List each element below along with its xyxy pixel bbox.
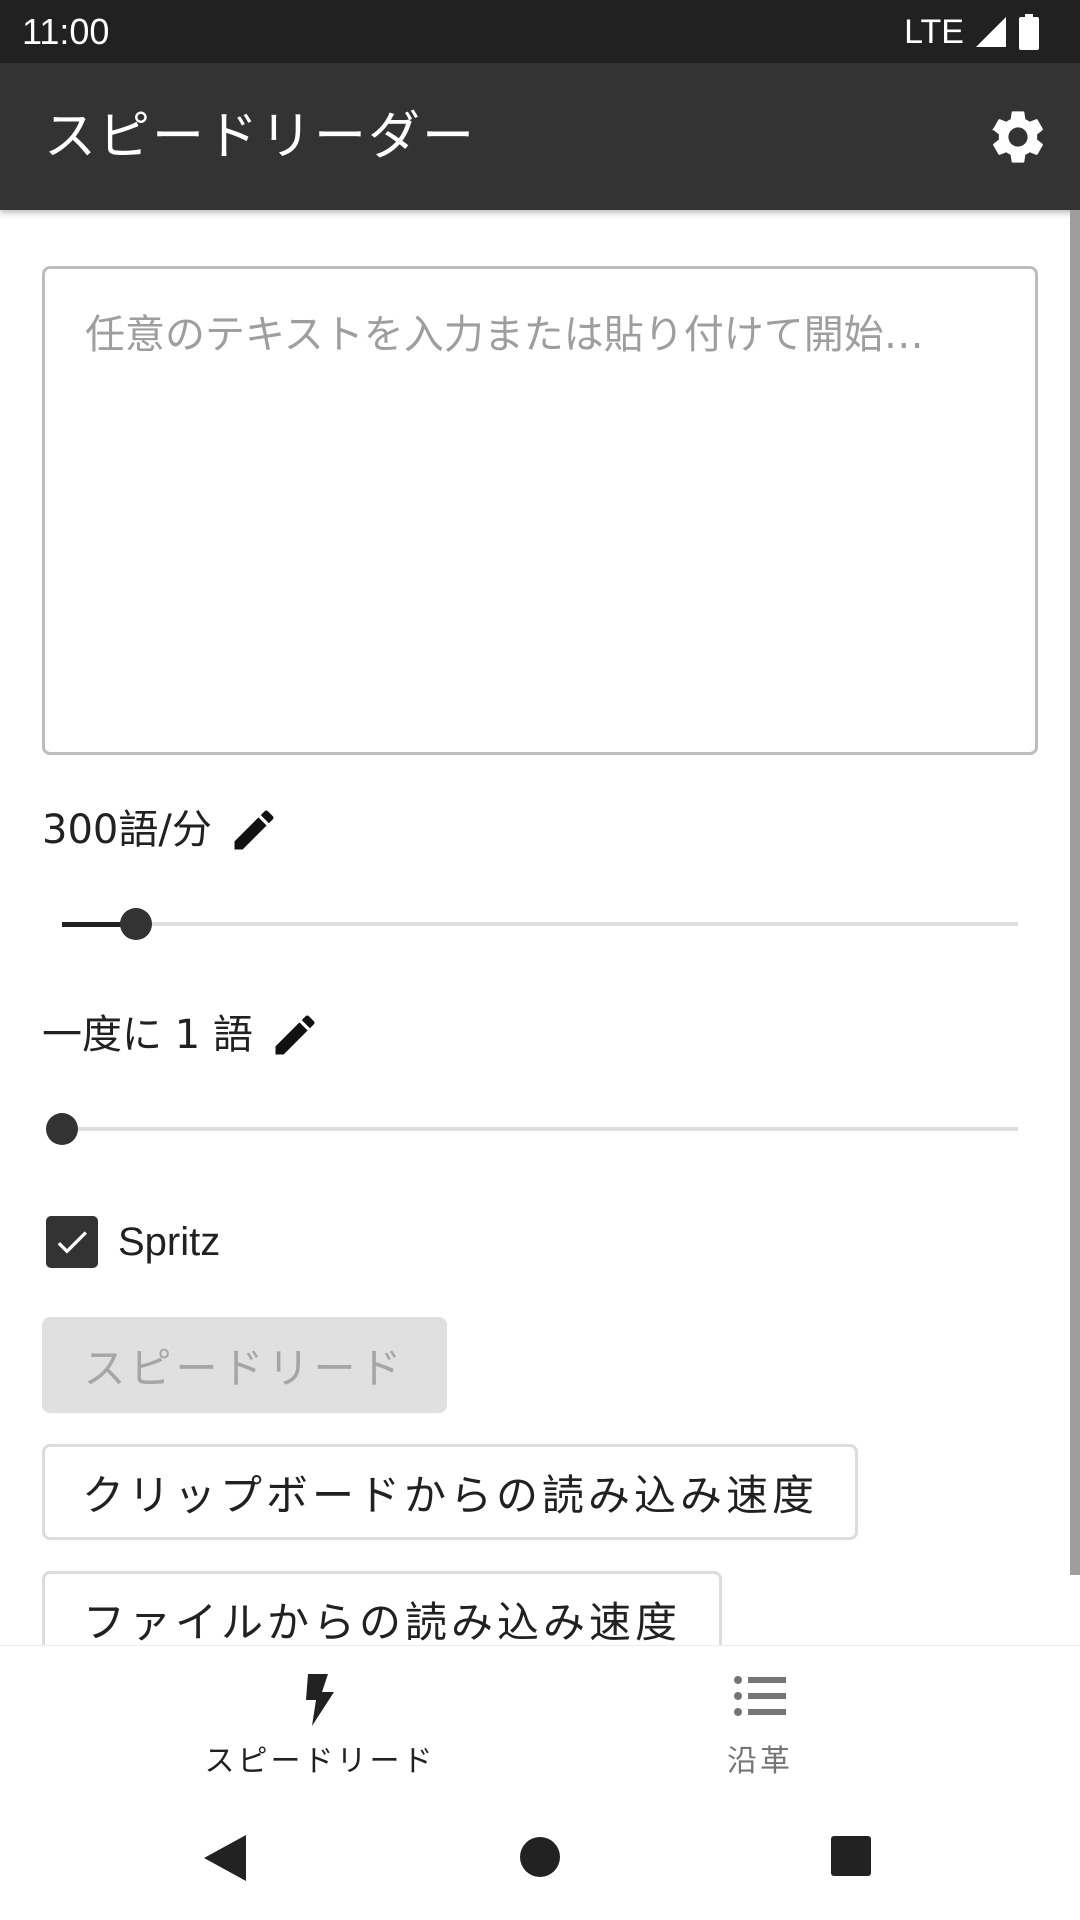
- read-clipboard-button[interactable]: クリップボードからの読み込み速度: [42, 1444, 858, 1540]
- list-icon: [734, 1676, 786, 1716]
- nav-item-history[interactable]: 沿革: [490, 1646, 1030, 1796]
- speed-read-button[interactable]: スピードリード: [42, 1317, 447, 1413]
- status-time: 11:00: [22, 11, 110, 52]
- text-input[interactable]: 任意のテキストを入力または貼り付けて開始…: [42, 266, 1038, 755]
- words-slider-track: [62, 1127, 1018, 1131]
- app-title: スピードリーダー: [44, 107, 477, 167]
- speed-label-row: 300語/分: [42, 800, 280, 860]
- read-file-button[interactable]: ファイルからの読み込み速度: [42, 1571, 722, 1645]
- words-at-once-label: 一度に 1 語: [42, 1012, 253, 1058]
- speed-label: 300語/分: [42, 807, 212, 853]
- recents-icon[interactable]: [830, 1835, 872, 1877]
- words-slider-thumb[interactable]: [46, 1113, 78, 1145]
- check-icon: [57, 1231, 87, 1254]
- pencil-icon[interactable]: [269, 1009, 321, 1061]
- speed-slider[interactable]: [62, 908, 1018, 942]
- battery-icon: [1019, 14, 1039, 50]
- scrollbar[interactable]: [1070, 210, 1080, 1575]
- text-input-placeholder: 任意のテキストを入力または貼り付けて開始…: [85, 312, 924, 358]
- words-label-row: 一度に 1 語: [42, 1005, 321, 1065]
- spritz-label: Spritz: [118, 1219, 221, 1264]
- bottom-navigation: スピードリード 沿革: [0, 1645, 1080, 1795]
- words-slider[interactable]: [46, 1113, 1018, 1147]
- spritz-checkbox[interactable]: [46, 1216, 98, 1268]
- system-navigation: [0, 1795, 1080, 1920]
- status-icons: LTE: [904, 12, 1040, 52]
- back-icon[interactable]: [204, 1835, 246, 1881]
- nav-label-history: 沿革: [727, 1744, 793, 1779]
- network-type: LTE: [904, 13, 964, 51]
- signal-icon: [976, 17, 1006, 47]
- pencil-icon[interactable]: [228, 804, 280, 856]
- speed-slider-track: [62, 922, 1018, 926]
- gear-icon: [992, 111, 1043, 163]
- main-content: 任意のテキストを入力または貼り付けて開始… 300語/分 一度に 1 語 Spr…: [0, 210, 1070, 1645]
- status-bar: 11:00 LTE: [0, 0, 1080, 63]
- spritz-checkbox-row[interactable]: Spritz: [46, 1212, 220, 1272]
- bolt-icon: [306, 1674, 334, 1726]
- app-bar: スピードリーダー: [0, 63, 1080, 210]
- settings-button[interactable]: [986, 105, 1050, 169]
- home-icon[interactable]: [518, 1835, 562, 1879]
- speed-slider-thumb[interactable]: [120, 908, 152, 940]
